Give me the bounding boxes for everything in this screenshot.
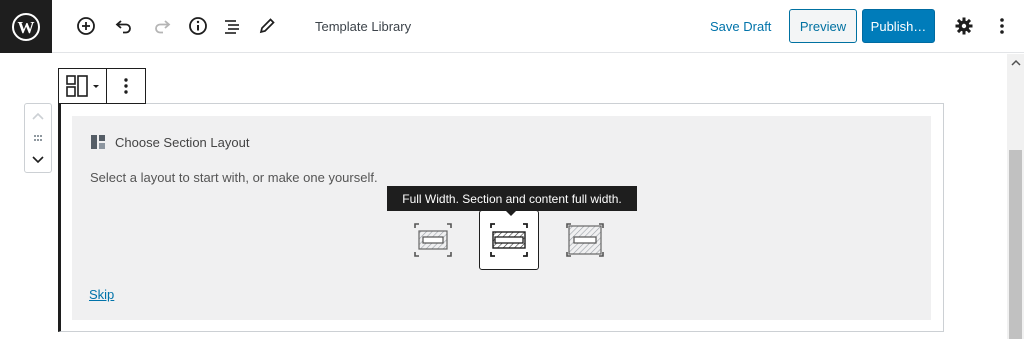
layout-option-boxed[interactable] [403,210,463,270]
layout-boxed-icon [414,223,452,257]
add-block-button[interactable] [73,13,99,39]
undo-button[interactable] [111,13,137,39]
outline-icon [225,20,239,34]
content-info-button[interactable] [185,13,211,39]
svg-text:W: W [18,18,35,37]
wordpress-icon: W [12,12,40,41]
layout-columns-icon [65,75,99,97]
preview-button[interactable]: Preview [789,9,857,43]
edit-mode-button[interactable] [254,13,280,39]
redo-button[interactable] [149,13,175,39]
redo-icon [155,20,171,34]
undo-icon [115,20,131,34]
layout-full-width-icon [490,223,528,257]
move-up-button[interactable] [25,106,51,126]
chevron-up-icon [32,112,44,120]
placeholder-header: Choose Section Layout [90,134,249,150]
layout-option-full-width-contained[interactable] [555,210,615,270]
block-mover [24,103,52,173]
layout-option-full-width[interactable] [479,210,539,270]
layout-tooltip: Full Width. Section and content full wid… [387,186,637,211]
block-more-options-button[interactable] [107,69,145,103]
publish-button[interactable]: Publish… [862,9,935,43]
chevron-down-icon [32,156,44,164]
edit-icon [259,18,275,34]
settings-gear-icon [955,17,973,35]
editor-header: W Template Library Save Draft Preview Pu… [0,0,1024,53]
vertical-scrollbar[interactable] [1007,54,1024,339]
chevron-up-icon [1010,59,1021,66]
block-navigation-button[interactable] [219,13,245,39]
more-options-icon [1000,18,1004,34]
info-icon [189,17,207,35]
drag-handle[interactable] [25,128,51,148]
placeholder-title: Choose Section Layout [115,134,250,150]
wordpress-logo-button[interactable]: W [0,0,52,53]
tooltip-arrow [506,211,516,216]
move-down-button[interactable] [25,150,51,170]
settings-button[interactable] [951,13,977,39]
more-tools-button[interactable] [989,13,1015,39]
add-block-icon [77,17,95,35]
more-options-icon [124,78,128,94]
scroll-up-button[interactable] [1007,54,1024,71]
document-title: Template Library [315,19,412,34]
save-draft-button[interactable]: Save Draft [710,19,771,34]
drag-handle-icon [34,135,42,141]
change-layout-button[interactable] [59,69,107,103]
placeholder-description: Select a layout to start with, or make o… [90,170,378,185]
skip-link[interactable]: Skip [89,287,114,302]
section-layout-icon [91,135,105,149]
layout-full-width-contained-icon [566,223,604,257]
block-toolbar [58,68,146,104]
scrollbar-thumb[interactable] [1009,150,1022,339]
